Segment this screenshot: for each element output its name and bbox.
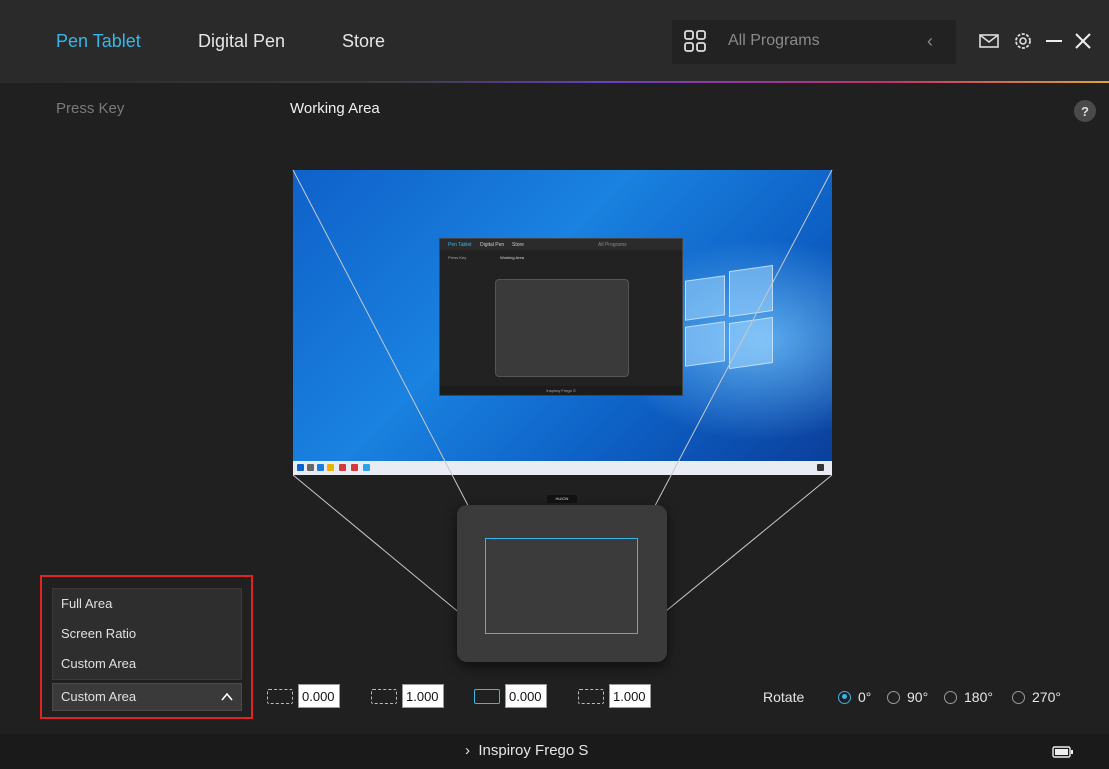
top-bar: Pen Tablet Digital Pen Store All Program… [0,0,1109,83]
footer-bar: › Inspiroy Frego S [0,734,1109,769]
area-height-icon [578,689,604,704]
tab-store[interactable]: Store [342,0,385,82]
subtab-press-key[interactable]: Press Key [56,100,124,117]
area-width-icon [371,689,397,704]
area-mode-menu: Full Area Screen Ratio Custom Area [52,588,242,680]
tab-digital-pen[interactable]: Digital Pen [198,0,285,82]
radio-selected-icon [838,690,851,704]
rotate-180-label: 180° [964,689,993,705]
rotate-270-label: 270° [1032,689,1061,705]
windows-logo [685,260,775,380]
radio-icon [944,690,957,704]
app-window: Pen Tablet Digital Pen Store All Program… [0,0,1109,769]
rotate-label: Rotate [763,689,805,705]
mini-working-area: Working Area [500,255,524,260]
close-icon[interactable] [1072,30,1094,52]
header-gradient-divider [0,81,1109,83]
grid-icon [684,30,706,52]
mail-icon[interactable] [978,30,1000,52]
rotate-0-radio[interactable]: 0° [838,689,871,705]
mini-top-bar: Pen Tablet Digital Pen Store All Program… [440,239,682,250]
device-selector[interactable]: › Inspiroy Frego S [465,742,588,759]
tab-pen-tablet[interactable]: Pen Tablet [56,0,141,82]
gear-icon[interactable] [1012,30,1034,52]
help-icon[interactable]: ? [1074,100,1096,122]
subtab-working-area[interactable]: Working Area [290,100,380,117]
mini-tab-digital-pen: Digital Pen [480,242,505,248]
chevron-right-icon: › [465,742,470,759]
mini-tab-pen-tablet: Pen Tablet [448,242,472,248]
chevron-up-icon [221,692,233,701]
menu-item-screen-ratio[interactable]: Screen Ratio [53,619,241,649]
menu-item-custom-area[interactable]: Custom Area [53,649,241,679]
area-top-icon [474,689,500,704]
rotate-90-label: 90° [907,689,929,705]
rotate-0-label: 0° [858,689,872,705]
mini-footer-device: Inspiroy Frego S [440,386,682,395]
tablet-brand-logo: HUION [547,495,577,503]
mini-tab-store: Store [512,242,524,248]
menu-item-full-area[interactable]: Full Area [53,589,241,619]
windows-taskbar [293,461,832,475]
area-mode-select[interactable]: Custom Area [52,683,242,711]
coord-height-input[interactable] [609,684,651,708]
search-placeholder: All Programs [728,32,820,49]
battery-icon [1052,746,1073,758]
mini-press-key: Press Key [448,255,467,260]
coord-left-input[interactable] [298,684,340,708]
radio-icon [887,690,900,704]
rotate-180-radio[interactable]: 180° [944,689,993,705]
radio-icon [1012,690,1025,704]
mini-search: All Programs [598,242,627,248]
coord-width-input[interactable] [402,684,444,708]
mini-tablet [495,279,629,377]
mini-app-window: Pen Tablet Digital Pen Store All Program… [439,238,683,396]
rotate-270-radio[interactable]: 270° [1012,689,1061,705]
device-name: Inspiroy Frego S [478,742,589,759]
screen-preview: Pen Tablet Digital Pen Store All Program… [293,170,832,475]
program-search[interactable]: All Programs ‹ [672,20,956,64]
area-left-icon [267,689,293,704]
area-mode-selected: Custom Area [61,689,137,704]
chevron-left-icon[interactable]: ‹ [927,31,933,52]
rotate-90-radio[interactable]: 90° [887,689,928,705]
minimize-icon[interactable] [1043,30,1065,52]
coord-top-input[interactable] [505,684,547,708]
tablet-active-area[interactable] [485,538,638,634]
